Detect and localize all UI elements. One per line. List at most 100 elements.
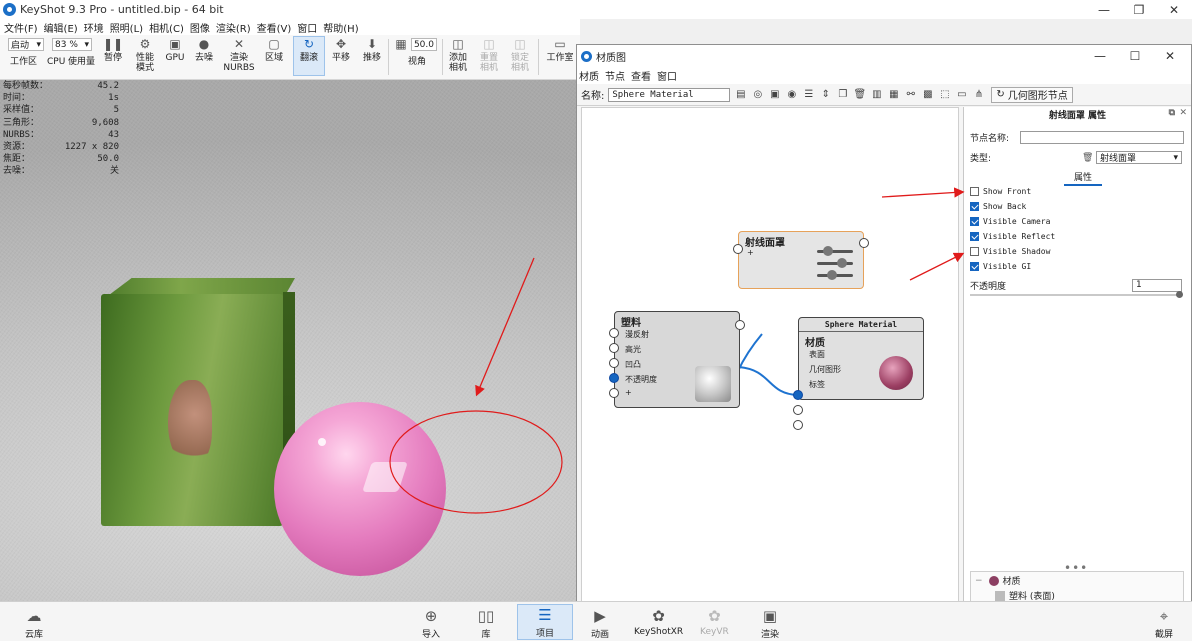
animation-button[interactable]: ▶ 动画 [590,606,610,640]
menu-file[interactable]: 文件(F) [4,20,38,35]
zoom-100-icon[interactable]: ▭ [955,88,968,101]
play-icon[interactable]: ◉ [785,88,798,101]
opacity-slider[interactable] [970,291,1183,298]
tab-properties[interactable]: 属性 [1064,170,1102,186]
menu-render[interactable]: 渲染(R) [216,20,251,35]
workroom-button[interactable]: ▭ 工作室 [544,37,576,63]
geometry-node-button[interactable]: ↻ 几何图形节点 [991,86,1073,103]
ray-mask-add-port[interactable]: + [747,248,754,257]
cloud-library-button[interactable]: ☁ 云库 [24,606,44,640]
trash-icon[interactable]: 🗑 [1082,153,1096,163]
distribute-icon[interactable]: ⇕ [819,88,832,101]
specular-port[interactable] [609,343,619,353]
project-button[interactable]: ☰ 项目 [517,604,573,640]
library-button[interactable]: ▯▯ 库 [476,606,496,640]
ray-mask-output-port[interactable] [859,238,869,248]
geometry-port[interactable] [793,405,803,415]
close-panel-icon[interactable]: ✕ [1179,108,1187,118]
plastic-output-port[interactable] [735,320,745,330]
menu-environment[interactable]: 环境 [84,20,104,35]
screenshot-button[interactable]: ⌖ 截屏 [1154,606,1174,640]
material-menu-window[interactable]: 窗口 [657,68,677,83]
menu-edit[interactable]: 编辑(E) [44,20,78,35]
material-menu-view[interactable]: 查看 [631,68,651,83]
plastic-add-port[interactable]: + [625,388,632,397]
checkbox-icon[interactable] [970,217,979,226]
save-icon[interactable]: ▤ [734,88,747,101]
performance-mode-button[interactable]: ⚙ 性能 模式 [132,37,158,73]
menu-view[interactable]: 查看(V) [257,20,292,35]
node-name-input[interactable] [1020,131,1184,144]
lock-camera-button[interactable]: ◫ 锁定 相机 [508,37,532,73]
fit-icon[interactable]: ▣ [768,88,781,101]
checkbox-icon[interactable] [970,262,979,271]
workspace-select[interactable]: 启动 ▾ [8,38,44,51]
checkbox-visible-camera[interactable]: Visible Camera [970,217,1050,226]
menu-window[interactable]: 窗口 [297,20,317,35]
render-viewport[interactable]: 每秒帧数： 45.2 时间： 1s 采样值： 5 三角形： 9,608 NURBS： 43… [0,80,576,601]
connect-icon[interactable]: ⚯ [904,88,917,101]
type-select[interactable]: 射线面罩 ▾ [1096,151,1182,164]
diffuse-port[interactable] [609,328,619,338]
maximize-button[interactable]: ❐ [1122,0,1156,19]
node-graph-canvas[interactable]: 射线面罩 + 塑料 漫反射 高光 凹凸 不透明度 + Sphere Materi… [581,107,959,602]
checkbox-show-front[interactable]: Show Front [970,187,1031,196]
material-output-node[interactable]: Sphere Material 材质 表面 几何图形 标签 [798,317,924,400]
ray-mask-input-port[interactable] [733,244,743,254]
material-name-input[interactable]: Sphere Material [608,87,731,102]
checkbox-icon[interactable] [970,187,979,196]
menu-camera[interactable]: 相机(C) [149,20,184,35]
material-maximize-button[interactable]: ☐ [1118,46,1152,65]
opacity-port[interactable] [609,373,619,383]
bump-port[interactable] [609,358,619,368]
keyshotxr-button[interactable]: ✿ KeyShotXR [634,606,683,637]
material-menu-material[interactable]: 材质 [579,68,599,83]
import-button[interactable]: ⊕ 导入 [421,606,441,640]
tumble-button[interactable]: ↻ 翻滚 [293,36,325,76]
checkbox-icon[interactable] [970,232,979,241]
tree-item-material[interactable]: − 材质 [975,574,1021,587]
close-button[interactable]: ✕ [1157,0,1191,19]
menu-help[interactable]: 帮助(H) [323,20,358,35]
opacity-slider-handle[interactable] [1176,291,1183,298]
checkbox-show-back[interactable]: Show Back [970,202,1026,211]
pause-button[interactable]: ❚❚ 暂停 [102,37,124,63]
region-button[interactable]: ▢ 区域 [262,37,286,63]
keyvr-button[interactable]: ✿ KeyVR [700,606,729,637]
add-camera-button[interactable]: ◫ 添加 相机 [446,37,470,73]
checkbox-visible-gi[interactable]: Visible GI [970,262,1031,271]
delete-icon[interactable]: 🗑 [853,88,867,101]
gpu-button[interactable]: ▣ GPU [164,37,186,63]
minimize-button[interactable]: — [1087,0,1121,19]
opacity-input[interactable]: 1 [1132,279,1182,292]
checkbox-icon[interactable] [970,247,979,256]
material-close-button[interactable]: ✕ [1153,46,1187,65]
dolly-button[interactable]: ⬇ 推移 [361,37,383,63]
frame-icon[interactable]: ⬚ [938,88,951,101]
layout-icon[interactable]: ▦ [887,88,900,101]
denoise-button[interactable]: ● 去噪 [193,37,215,63]
checkbox-icon[interactable] [970,202,979,211]
material-menu-node[interactable]: 节点 [605,68,625,83]
duplicate-icon[interactable]: ❐ [836,88,849,101]
reset-camera-button[interactable]: ◫ 重置 相机 [477,37,501,73]
pan-button[interactable]: ✥ 平移 [330,37,352,63]
branch-icon[interactable]: ⋔ [972,88,985,101]
collapse-icon[interactable]: − [975,576,983,586]
render-button[interactable]: ▣ 渲染 [760,606,780,640]
group-icon[interactable]: ▥ [870,88,883,101]
surface-port[interactable] [793,390,803,400]
ray-mask-node[interactable]: 射线面罩 + [738,231,864,289]
plastic-extra-port[interactable] [609,388,619,398]
render-nurbs-button[interactable]: ✕ 渲染 NURBS [223,37,254,73]
grid-icon[interactable]: ▩ [921,88,934,101]
label-port[interactable] [793,420,803,430]
checkbox-visible-shadow[interactable]: Visible Shadow [970,247,1050,256]
checkbox-visible-reflect[interactable]: Visible Reflect [970,232,1055,241]
fov-input[interactable]: 50.0 [411,38,437,51]
material-minimize-button[interactable]: — [1083,46,1117,65]
zoom-select[interactable]: 83 % ▾ [52,38,92,51]
menu-lighting[interactable]: 照明(L) [110,20,143,35]
align-icon[interactable]: ☰ [802,88,815,101]
menu-image[interactable]: 图像 [190,20,210,35]
